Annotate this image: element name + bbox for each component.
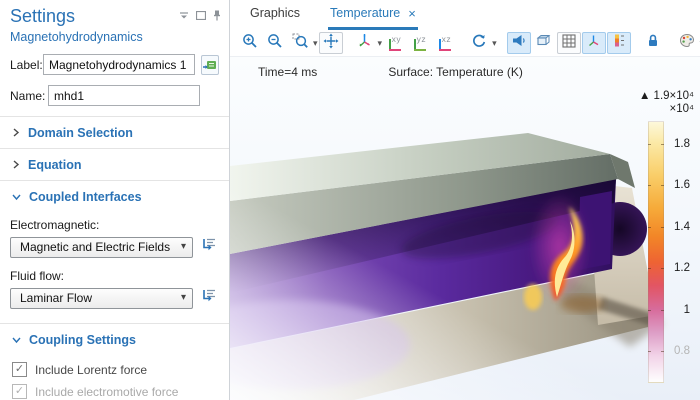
- settings-subtitle: Magnetohydrodynamics: [10, 30, 221, 44]
- view-xz-button[interactable]: xz: [433, 32, 457, 54]
- settings-panel: Settings Magnetohydrodynamics Label:: [0, 0, 230, 400]
- go-to-default-3d-view-button[interactable]: [353, 32, 377, 54]
- legend-tick: 0.8: [674, 345, 690, 357]
- zoom-extents-button[interactable]: [319, 32, 343, 54]
- colorbar-gradient: [648, 121, 664, 383]
- chevron-right-icon: [12, 124, 20, 142]
- tab-graphics[interactable]: Graphics: [248, 0, 302, 30]
- legend-tick: 1.8: [674, 138, 690, 150]
- view-xy-button[interactable]: xy: [383, 32, 407, 54]
- combo-caret-icon: ▾: [181, 242, 186, 252]
- comsol-window: Settings Magnetohydrodynamics Label:: [0, 0, 700, 400]
- legend-tick: 1.6: [674, 179, 690, 191]
- zoom-in-icon: [242, 33, 258, 54]
- combo-caret-icon: ▾: [181, 293, 186, 303]
- show-color-legend-button[interactable]: [607, 32, 631, 54]
- fluid-flow-select[interactable]: Laminar Flow ▾: [10, 288, 193, 309]
- legend-tick: 1.2: [674, 262, 690, 274]
- fluid-flow-label: Fluid flow:: [10, 269, 219, 283]
- color-legend: ▲ 1.9×10⁴ ×10⁴ 1.8 1.6 1.4 1.2 1 0.8: [630, 90, 694, 390]
- section-equation[interactable]: Equation: [0, 149, 229, 180]
- tab-temperature[interactable]: Temperature ×: [328, 0, 418, 30]
- rotate-view-button[interactable]: [467, 32, 491, 54]
- include-electromotive-force-row: ✓ Include electromotive force: [12, 384, 219, 399]
- show-axis-orientation-icon: [586, 33, 601, 53]
- axis-arrows-icon: [356, 32, 373, 54]
- checkbox-checked-icon[interactable]: ✓: [12, 362, 27, 377]
- transparency-icon: [535, 33, 552, 53]
- 3d-duct-rendering: [230, 57, 699, 400]
- scene-light-button[interactable]: [507, 32, 531, 54]
- section-title: Equation: [28, 158, 81, 172]
- rename-button[interactable]: [201, 55, 219, 75]
- label-input[interactable]: [43, 54, 195, 75]
- go-to-source-icon[interactable]: [201, 287, 218, 309]
- graphics-toolbar: ▾ ▾ xy yz xz: [230, 30, 700, 57]
- zoom-in-button[interactable]: [238, 32, 262, 54]
- electromagnetic-label: Electromagnetic:: [10, 218, 219, 232]
- view-yz-icon: yz: [411, 35, 430, 51]
- zoom-box-caret[interactable]: ▾: [313, 33, 318, 53]
- grid-icon: [562, 34, 576, 53]
- transparency-button[interactable]: [532, 32, 556, 54]
- graphics-tabbar: Graphics Temperature ×: [230, 0, 700, 30]
- plot-title: Surface: Temperature (K): [388, 65, 523, 79]
- section-coupling-settings[interactable]: Coupling Settings: [0, 324, 229, 355]
- section-coupled-interfaces[interactable]: Coupled Interfaces: [0, 181, 229, 212]
- name-input[interactable]: [48, 85, 200, 106]
- section-title: Coupled Interfaces: [29, 190, 142, 204]
- rotate-icon: [471, 33, 487, 54]
- legend-tick: 1: [684, 304, 690, 316]
- close-tab-icon[interactable]: ×: [408, 7, 416, 20]
- view-xz-icon: xz: [436, 35, 455, 51]
- color-palette-icon: [679, 33, 695, 53]
- legend-max-value: ▲ 1.9×10⁴: [630, 90, 694, 102]
- chevron-down-icon: [12, 188, 21, 206]
- graphics-panel: Graphics Temperature × ▾ ▾ xy: [230, 0, 700, 400]
- scene-light-icon: [511, 33, 526, 53]
- show-color-legend-icon: [612, 33, 626, 53]
- settings-title: Settings: [10, 6, 179, 27]
- grid-button[interactable]: [557, 32, 581, 54]
- name-field-label: Name:: [10, 89, 48, 103]
- legend-scale-factor: ×10⁴: [630, 103, 694, 115]
- view-xy-icon: xy: [386, 35, 405, 51]
- legend-tick: 1.4: [674, 221, 690, 233]
- plot-area[interactable]: Time=4 ms Surface: Temperature (K) ▲ 1.9…: [230, 57, 700, 400]
- show-axis-orientation-button[interactable]: [582, 32, 606, 54]
- lock-icon: [646, 33, 660, 53]
- section-domain-selection[interactable]: Domain Selection: [0, 117, 229, 148]
- section-title: Coupling Settings: [29, 333, 136, 347]
- panel-menu-icon[interactable]: [179, 11, 189, 20]
- go-to-source-icon[interactable]: [201, 236, 218, 258]
- pin-icon[interactable]: [213, 10, 221, 21]
- electromagnetic-select[interactable]: Magnetic and Electric Fields ▾: [10, 237, 193, 258]
- section-title: Domain Selection: [28, 126, 133, 140]
- time-annotation: Time=4 ms: [258, 65, 317, 79]
- checkbox-checked-icon: ✓: [12, 384, 27, 399]
- label-field-label: Label:: [10, 58, 43, 72]
- chevron-down-icon: [12, 331, 21, 349]
- view-yz-button[interactable]: yz: [408, 32, 432, 54]
- zoom-out-icon: [267, 33, 283, 54]
- float-window-icon[interactable]: [196, 11, 206, 20]
- chevron-right-icon: [12, 156, 20, 174]
- zoom-extents-icon: [323, 33, 339, 54]
- zoom-out-button[interactable]: [263, 32, 287, 54]
- rotate-view-caret[interactable]: ▾: [492, 33, 497, 53]
- zoom-box-button[interactable]: [288, 32, 312, 54]
- include-lorentz-force-row: ✓ Include Lorentz force: [12, 362, 219, 377]
- view-lock-button[interactable]: [641, 32, 665, 54]
- zoom-box-icon: [292, 33, 309, 54]
- color-theme-button[interactable]: [675, 32, 699, 54]
- default-view-caret[interactable]: ▾: [378, 33, 383, 53]
